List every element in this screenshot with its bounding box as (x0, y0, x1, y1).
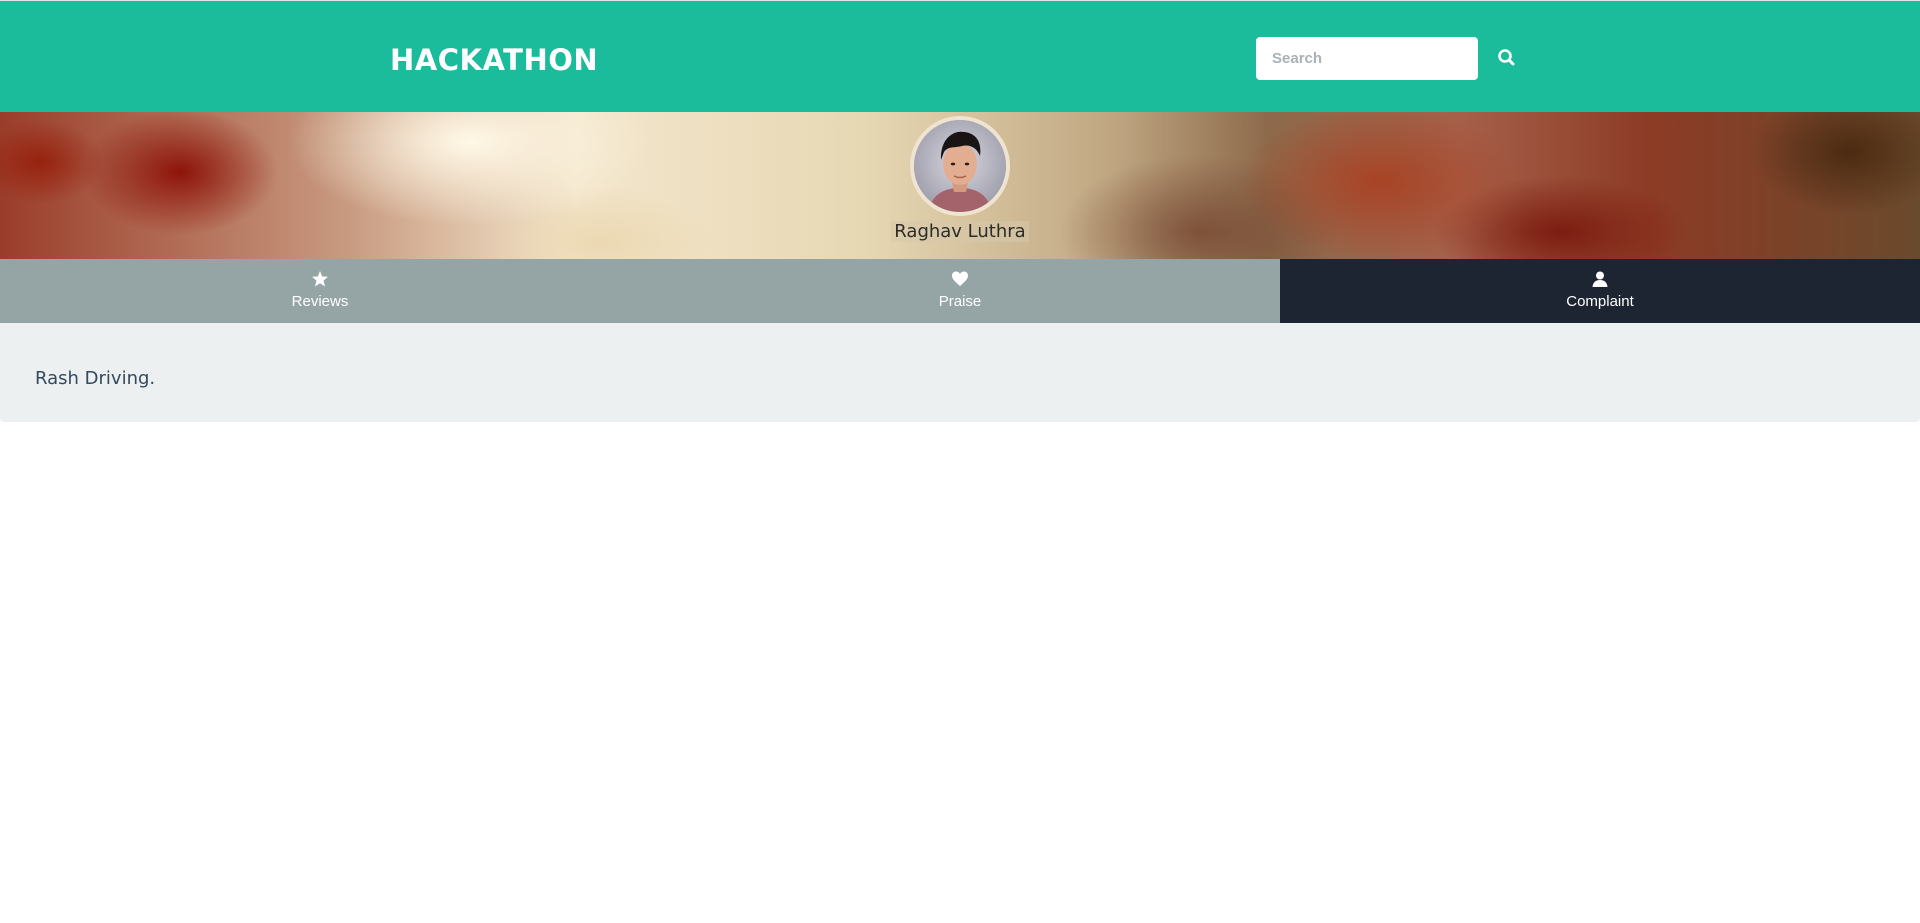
search-input[interactable] (1256, 37, 1478, 80)
top-navbar: HACKATHON (0, 0, 1920, 112)
tab-praise-label: Praise (938, 293, 982, 310)
tab-reviews[interactable]: Reviews (0, 259, 640, 323)
brand-logo[interactable]: HACKATHON (390, 43, 598, 77)
star-icon (312, 271, 328, 287)
search-icon (1498, 49, 1515, 66)
tab-praise[interactable]: Praise (640, 259, 1280, 323)
profile-name: Raghav Luthra (0, 221, 1920, 242)
tab-content-panel: Rash Driving. (0, 323, 1920, 422)
avatar (910, 116, 1010, 216)
search-button[interactable] (1496, 47, 1518, 69)
heart-icon (952, 271, 968, 286)
complaint-text: Rash Driving. (35, 368, 156, 389)
profile-tabs: Reviews Praise Complaint (0, 259, 1920, 323)
tab-reviews-label: Reviews (291, 293, 349, 310)
tab-complaint[interactable]: Complaint (1280, 259, 1920, 323)
user-icon (1592, 271, 1608, 287)
user-photo (914, 120, 1006, 212)
profile-name-text: Raghav Luthra (891, 221, 1029, 242)
tab-complaint-label: Complaint (1566, 293, 1634, 310)
